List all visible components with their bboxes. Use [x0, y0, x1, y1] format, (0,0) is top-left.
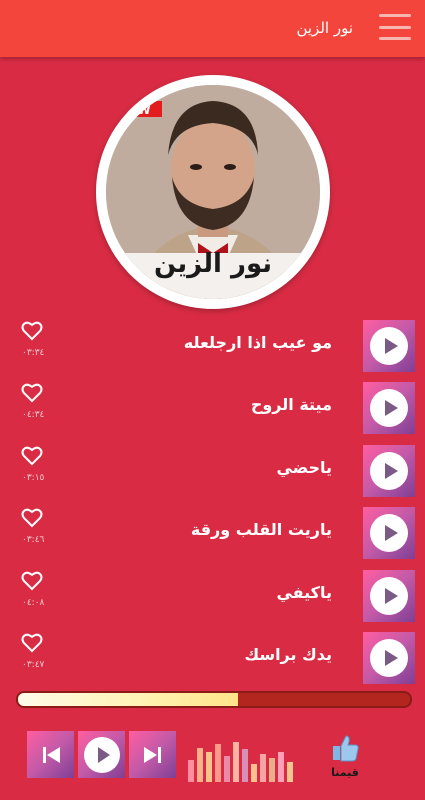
next-icon — [143, 746, 161, 763]
song-row[interactable]: ٠٤:٠٨ ياكيفي — [0, 568, 425, 624]
play-icon — [370, 514, 408, 552]
equalizer-bar — [260, 754, 266, 782]
heart-icon[interactable] — [21, 508, 43, 528]
play-icon — [370, 389, 408, 427]
play-icon — [370, 452, 408, 490]
player-controls: قيمنا — [0, 712, 425, 800]
song-title: ميتة الروح — [250, 395, 332, 414]
equalizer-bar — [215, 744, 221, 782]
equalizer-bar — [269, 758, 275, 782]
song-row[interactable]: ٠٣:٤٦ ياريت القلب ورقة — [0, 505, 425, 561]
equalizer-bar — [278, 752, 284, 782]
song-title: ياريت القلب ورقة — [190, 520, 332, 539]
song-duration: ٠٤:٠٨ — [22, 598, 45, 608]
next-button[interactable] — [129, 731, 176, 778]
equalizer-bar — [251, 764, 257, 782]
play-icon — [83, 736, 120, 773]
song-title: ياحضي — [276, 458, 333, 477]
heart-icon[interactable] — [21, 383, 43, 403]
hamburger-menu-icon[interactable] — [379, 14, 411, 40]
previous-icon — [42, 746, 60, 763]
progress-bar[interactable] — [16, 691, 412, 708]
song-duration: ٠٣:٤٦ — [22, 535, 45, 545]
artist-name-caption: نور الزين — [153, 249, 273, 279]
song-duration: ٠٣:١٥ — [22, 473, 45, 483]
equalizer-bar — [197, 748, 203, 782]
artist-avatar: W نور الزين — [96, 75, 330, 309]
equalizer-bar — [188, 760, 194, 782]
app-title: نور الزين — [296, 19, 353, 37]
song-row[interactable]: ٠٤:٣٤ ميتة الروح — [0, 380, 425, 436]
song-play-button[interactable] — [363, 445, 415, 497]
equalizer-bar — [206, 752, 212, 782]
song-duration: ٠٣:٤٧ — [22, 660, 45, 670]
equalizer-bar — [242, 749, 248, 782]
play-icon — [370, 327, 408, 365]
heart-icon[interactable] — [21, 321, 43, 341]
song-play-button[interactable] — [363, 382, 415, 434]
heart-icon[interactable] — [21, 633, 43, 653]
song-play-button[interactable] — [363, 632, 415, 684]
equalizer-bar — [224, 756, 230, 782]
song-play-button[interactable] — [363, 507, 415, 559]
song-row[interactable]: ٠٣:٤٧ يدك براسك — [0, 630, 425, 686]
thumbs-up-icon — [333, 735, 359, 762]
song-play-button[interactable] — [363, 570, 415, 622]
rate-us-label: قيمنا — [331, 766, 359, 779]
svg-text:W: W — [137, 103, 150, 117]
song-play-button[interactable] — [363, 320, 415, 372]
play-pause-button[interactable] — [78, 731, 125, 778]
heart-icon[interactable] — [21, 571, 43, 591]
song-title: ياكيفي — [276, 583, 332, 602]
song-duration: ٠٣:٣٤ — [22, 348, 45, 358]
song-row[interactable]: ٠٣:٣٤ مو عيب اذا ارجلعله — [0, 318, 425, 374]
song-duration: ٠٤:٣٤ — [22, 410, 45, 420]
song-title: مو عيب اذا ارجلعله — [183, 333, 332, 352]
progress-fill — [18, 693, 238, 706]
equalizer-bar — [233, 742, 239, 782]
equalizer-bar — [287, 762, 293, 782]
play-icon — [370, 577, 408, 615]
equalizer-icon — [188, 742, 293, 782]
previous-button[interactable] — [27, 731, 74, 778]
artist-photo: W نور الزين — [106, 85, 320, 299]
play-icon — [370, 639, 408, 677]
playback-progress — [0, 688, 425, 710]
song-row[interactable]: ٠٣:١٥ ياحضي — [0, 443, 425, 499]
app-header: نور الزين — [0, 0, 425, 57]
rate-us-button[interactable]: قيمنا — [326, 732, 364, 784]
song-title: يدك براسك — [244, 645, 332, 664]
heart-icon[interactable] — [21, 446, 43, 466]
